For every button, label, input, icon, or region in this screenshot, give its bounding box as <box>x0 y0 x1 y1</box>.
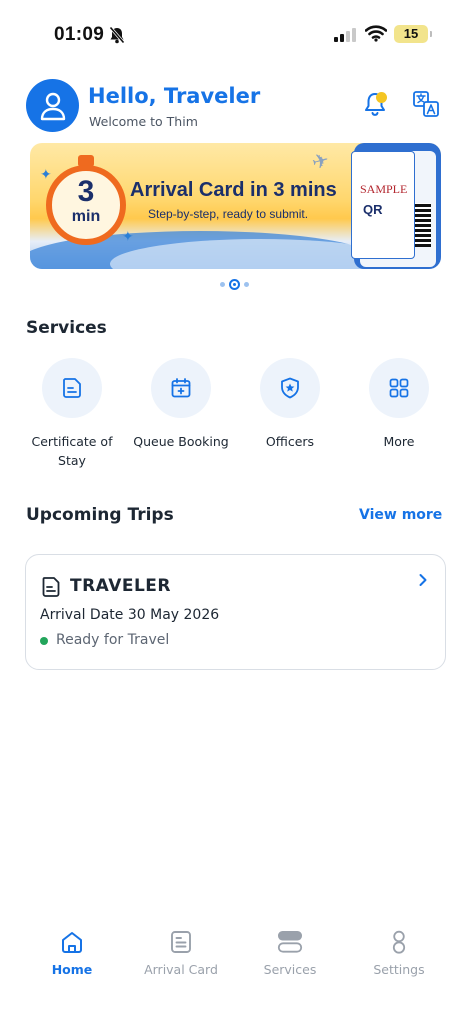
avatar[interactable] <box>26 79 79 132</box>
upcoming-trips-title: Upcoming Trips <box>26 505 174 525</box>
airplane-icon: ✈ <box>309 147 332 175</box>
status-time: 01:09 <box>54 24 105 45</box>
nav-label: Services <box>263 962 317 977</box>
sparkle-icon: ✦ <box>40 167 52 183</box>
trip-arrival-date: Arrival Date 30 May 2026 <box>40 607 220 623</box>
bottom-navigation: Home Arrival Card Services Settings <box>0 920 471 1024</box>
pagination-dot-active[interactable] <box>229 279 240 290</box>
nav-arrival-card[interactable]: Arrival Card <box>126 928 236 977</box>
notification-badge <box>376 92 387 103</box>
service-more[interactable]: More <box>344 358 454 451</box>
nav-label: Settings <box>373 962 425 977</box>
document-icon <box>42 577 60 597</box>
qr-code-graphic <box>415 203 431 247</box>
trip-status: Ready for Travel <box>56 632 170 648</box>
nav-label: Arrival Card <box>144 962 218 977</box>
calendar-plus-icon <box>171 378 191 398</box>
view-more-link[interactable]: View more <box>359 507 442 523</box>
greeting-title: Hello, Traveler <box>88 84 261 108</box>
service-label: Queue Booking <box>133 434 229 449</box>
sample-label: SAMPLE <box>360 182 408 196</box>
sample-qr-card: SAMPLE QR <box>351 151 415 259</box>
status-bar: 01:09 15 <box>0 0 471 64</box>
service-label: Certificate of Stay <box>31 434 113 468</box>
badge-star-icon <box>281 377 299 399</box>
timer-unit: min <box>71 208 101 225</box>
nav-label: Home <box>51 962 93 977</box>
status-indicator-dot <box>40 637 48 645</box>
chevron-right-icon[interactable] <box>417 572 429 588</box>
timer-number: 3 <box>77 175 95 208</box>
trip-traveler-name: TRAVELER <box>70 576 171 596</box>
home-icon <box>62 932 82 953</box>
user-icon <box>40 92 65 120</box>
battery-level: 15 <box>403 26 419 41</box>
stopwatch-icon: 3 min <box>46 165 126 245</box>
banner-subtitle: Step-by-step, ready to submit. <box>148 207 309 221</box>
certificate-icon <box>63 378 81 398</box>
bell-off-icon <box>109 26 125 44</box>
promo-banner[interactable]: ✦ ✦ 3 min Arrival Card in 3 mins Step-by… <box>30 143 441 269</box>
service-queue-booking[interactable]: Queue Booking <box>126 358 236 451</box>
welcome-subtitle: Welcome to Thim <box>89 114 198 129</box>
grid-icon <box>389 378 409 398</box>
nav-settings[interactable]: Settings <box>344 928 454 977</box>
battery-icon: 15 <box>394 25 432 43</box>
service-label: More <box>383 434 415 449</box>
banner-title: Arrival Card in 3 mins <box>130 179 337 201</box>
trip-card[interactable]: TRAVELER Arrival Date 30 May 2026 Ready … <box>25 554 446 670</box>
banner-pagination[interactable] <box>220 279 249 290</box>
service-label: Officers <box>265 434 315 449</box>
pagination-dot[interactable] <box>220 282 225 287</box>
qr-label: QR <box>363 202 383 217</box>
services-icon <box>277 931 303 953</box>
wifi-icon <box>365 25 387 42</box>
settings-icon <box>392 930 406 954</box>
card-icon <box>171 931 191 953</box>
translate-icon[interactable] <box>412 90 440 118</box>
nav-services[interactable]: Services <box>235 928 345 977</box>
service-certificate-of-stay[interactable]: Certificate of Stay <box>17 358 127 470</box>
cellular-signal-icon <box>334 28 356 42</box>
nav-home[interactable]: Home <box>17 928 127 977</box>
sparkle-icon: ✦ <box>122 229 134 245</box>
service-officers[interactable]: Officers <box>235 358 345 451</box>
pagination-dot[interactable] <box>244 282 249 287</box>
services-title: Services <box>26 318 107 338</box>
